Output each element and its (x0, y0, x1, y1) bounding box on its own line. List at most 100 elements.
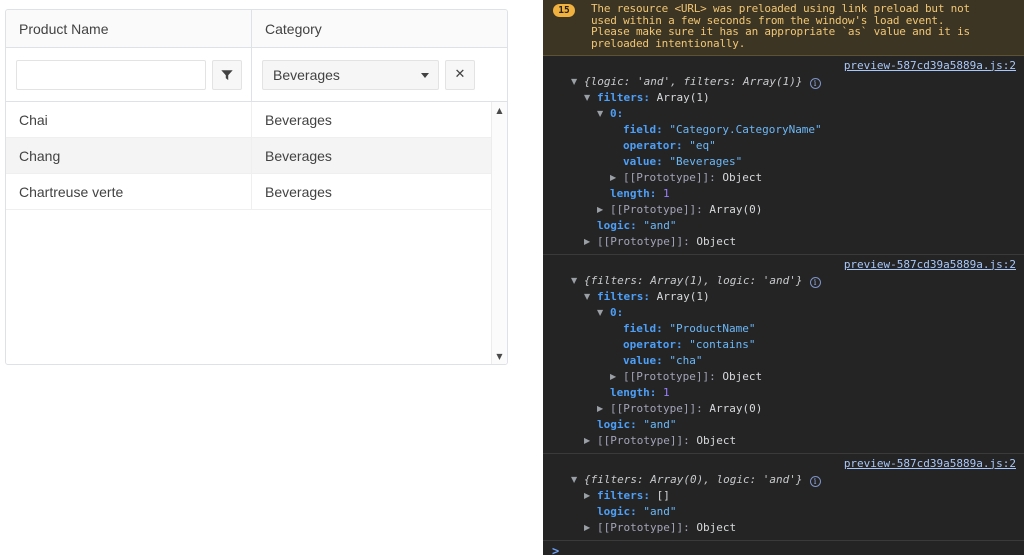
product-cell: Chang (6, 138, 252, 173)
screen: Product Name Category Beverages (0, 0, 1024, 555)
property-key: filters: (597, 290, 657, 303)
chevron-down-icon (421, 73, 429, 78)
property-value: Object (696, 521, 736, 534)
object-preview-row: ▼{filters: Array(0), logic: 'and'} i (571, 472, 1016, 488)
tree-row: ▶[[Prototype]]: Object (571, 234, 1016, 250)
clear-category-filter-button[interactable]: ✕ (445, 60, 475, 90)
property-key: value: (623, 354, 669, 367)
warning-message: The resource <URL> was preloaded using l… (591, 3, 970, 50)
grid-body: ChaiBeveragesChangBeveragesChartreuse ve… (6, 102, 507, 364)
table-row[interactable]: ChangBeverages (6, 138, 491, 174)
column-header-category[interactable]: Category (252, 10, 507, 47)
object-preview: {filters: Array(1), logic: 'and'} (584, 274, 803, 287)
property-value: "and" (643, 505, 676, 518)
property-key: [[Prototype]]: (610, 203, 709, 216)
source-line: preview-587cd39a5889a.js:2 (571, 58, 1016, 73)
disclosure-arrow-icon[interactable]: ▶ (610, 170, 623, 186)
property-key: 0: (610, 306, 623, 319)
tree-row: ▶[[Prototype]]: Array(0) (571, 401, 1016, 417)
info-icon[interactable]: i (810, 78, 821, 89)
vertical-scrollbar[interactable]: ▲ ▼ (491, 102, 507, 364)
console-input[interactable] (567, 545, 1015, 555)
category-filter-dropdown[interactable]: Beverages (262, 60, 439, 90)
source-link[interactable]: preview-587cd39a5889a.js:2 (844, 258, 1016, 271)
disclosure-arrow-icon[interactable]: ▶ (584, 234, 597, 250)
filter-row: Beverages ✕ (6, 48, 507, 102)
disclosure-arrow-icon[interactable]: ▼ (584, 90, 597, 106)
property-value: "eq" (689, 139, 716, 152)
property-key: length: (610, 386, 663, 399)
property-key: field: (623, 123, 669, 136)
object-preview: {filters: Array(0), logic: 'and'} (584, 473, 803, 486)
warning-count-badge: 15 (553, 4, 575, 17)
filter-funnel-icon (220, 68, 234, 82)
table-row[interactable]: Chartreuse verteBeverages (6, 174, 491, 210)
console-log-entry: preview-587cd39a5889a.js:2 ▼{filters: Arr… (543, 454, 1024, 541)
table-row[interactable]: ChaiBeverages (6, 102, 491, 138)
property-value: Array(1) (657, 91, 710, 104)
tree-row: ▶filters: [] (571, 488, 1016, 504)
column-header-label: Product Name (19, 21, 108, 37)
tree-row: value: "cha" (571, 353, 1016, 369)
console-entries: preview-587cd39a5889a.js:2▼{logic: 'and'… (543, 56, 1024, 541)
property-value: Array(0) (709, 402, 762, 415)
disclosure-arrow-icon[interactable]: ▶ (584, 488, 597, 504)
disclosure-arrow-icon[interactable]: ▶ (584, 433, 597, 449)
object-preview-row: ▼{logic: 'and', filters: Array(1)} i (571, 74, 1016, 90)
property-value: Object (696, 434, 736, 447)
grid-rows: ChaiBeveragesChangBeveragesChartreuse ve… (6, 102, 491, 210)
source-line: preview-587cd39a5889a.js:2 (571, 456, 1016, 471)
disclosure-arrow-icon[interactable]: ▼ (571, 74, 584, 90)
product-filter-input[interactable] (16, 60, 206, 90)
property-key: length: (610, 187, 663, 200)
tree-row: ▶[[Prototype]]: Object (571, 520, 1016, 536)
property-key: field: (623, 322, 669, 335)
tree-row: logic: "and" (571, 417, 1016, 433)
tree-row: length: 1 (571, 385, 1016, 401)
property-value: "and" (643, 219, 676, 232)
disclosure-arrow-icon[interactable]: ▼ (597, 106, 610, 122)
disclosure-arrow-icon[interactable]: ▶ (584, 520, 597, 536)
column-header-product-name[interactable]: Product Name (6, 10, 252, 47)
property-key: operator: (623, 338, 689, 351)
property-value: Object (722, 171, 762, 184)
property-value: "ProductName" (669, 322, 755, 335)
tree-row: ▶[[Prototype]]: Object (571, 170, 1016, 186)
column-header-label: Category (265, 21, 322, 37)
property-key: [[Prototype]]: (610, 402, 709, 415)
tree-row: field: "ProductName" (571, 321, 1016, 337)
object-preview: {logic: 'and', filters: Array(1)} (584, 75, 803, 88)
products-grid: Product Name Category Beverages (5, 9, 508, 365)
console-log-entry: preview-587cd39a5889a.js:2▼{logic: 'and'… (543, 56, 1024, 255)
dropdown-selected-value: Beverages (273, 67, 340, 83)
property-key: [[Prototype]]: (597, 434, 696, 447)
disclosure-arrow-icon[interactable]: ▶ (610, 369, 623, 385)
source-link[interactable]: preview-587cd39a5889a.js:2 (844, 59, 1016, 72)
scroll-up-button[interactable]: ▲ (492, 102, 507, 118)
info-icon[interactable]: i (810, 277, 821, 288)
disclosure-arrow-icon[interactable]: ▶ (597, 401, 610, 417)
property-value: "Beverages" (669, 155, 742, 168)
devtools-console: 15 The resource <URL> was preloaded usin… (543, 0, 1024, 555)
property-key: logic: (597, 418, 643, 431)
tree-row: ▼filters: Array(1) (571, 289, 1016, 305)
source-link[interactable]: preview-587cd39a5889a.js:2 (844, 457, 1016, 470)
disclosure-arrow-icon[interactable]: ▶ (597, 202, 610, 218)
tree-row: operator: "eq" (571, 138, 1016, 154)
property-value: "contains" (689, 338, 755, 351)
scroll-down-button[interactable]: ▼ (492, 348, 507, 364)
disclosure-arrow-icon[interactable]: ▼ (571, 273, 584, 289)
tree-row: ▶[[Prototype]]: Object (571, 433, 1016, 449)
tree-row: logic: "and" (571, 218, 1016, 234)
property-value: "cha" (669, 354, 702, 367)
disclosure-arrow-icon[interactable]: ▼ (571, 472, 584, 488)
disclosure-arrow-icon[interactable]: ▼ (597, 305, 610, 321)
property-key: [[Prototype]]: (597, 521, 696, 534)
product-cell: Chai (6, 102, 252, 137)
product-filter-menu-button[interactable] (212, 60, 242, 90)
close-icon: ✕ (455, 68, 466, 81)
disclosure-arrow-icon[interactable]: ▼ (584, 289, 597, 305)
info-icon[interactable]: i (810, 476, 821, 487)
property-value: Object (696, 235, 736, 248)
console-log-entry: preview-587cd39a5889a.js:2▼{filters: Arr… (543, 255, 1024, 454)
